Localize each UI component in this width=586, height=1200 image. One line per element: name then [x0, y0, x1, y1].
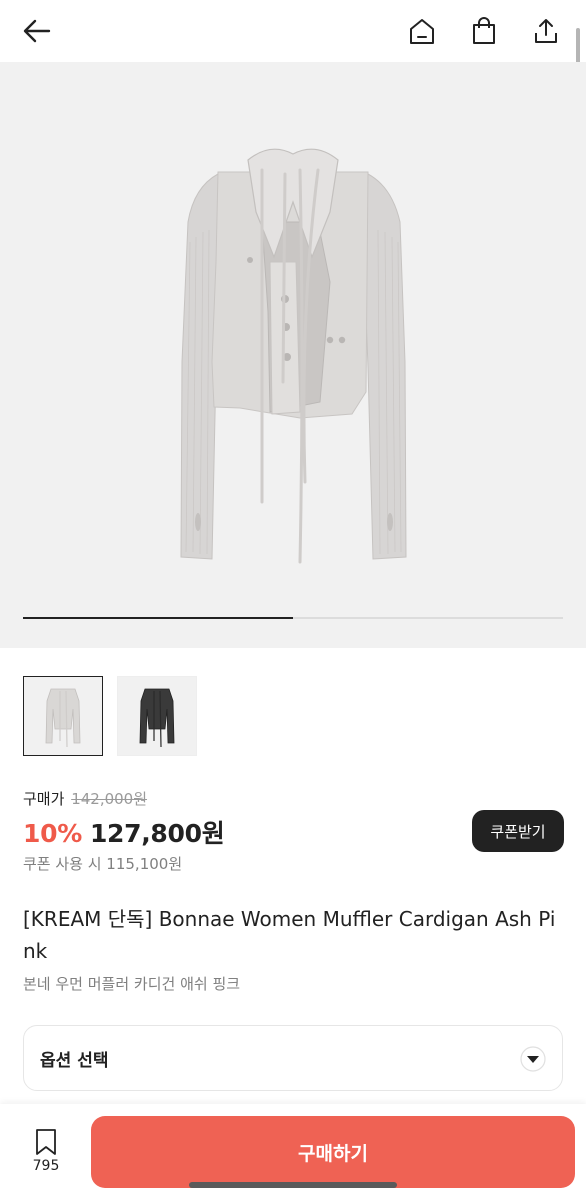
arrow-left-icon	[23, 19, 51, 43]
wishlist-count: 795	[32, 1158, 60, 1174]
product-image-carousel[interactable]	[0, 62, 586, 648]
cardigan-image	[180, 148, 407, 564]
original-price: 142,000원	[71, 790, 148, 808]
back-button[interactable]	[18, 12, 56, 50]
image-progress-indicator	[23, 617, 293, 619]
option-select-label: 옵션 선택	[40, 1051, 109, 1071]
image-progress-track	[23, 617, 563, 619]
wishlist-button[interactable]: 795	[22, 1126, 70, 1182]
bookmark-icon	[36, 1129, 56, 1155]
bottom-action-bar: 795 구매하기	[0, 1104, 586, 1200]
cardigan-thumbnail-ash-pink	[45, 688, 81, 748]
discount-rate: 10%	[23, 819, 82, 848]
shopping-bag-icon	[473, 17, 495, 44]
shopping-bag-button[interactable]	[465, 12, 503, 50]
cardigan-thumbnail-black	[139, 688, 175, 748]
price-label: 구매가	[23, 790, 65, 808]
chevron-down-icon	[520, 1046, 546, 1072]
coupon-price: 쿠폰 사용 시 115,100원	[23, 855, 183, 873]
share-button[interactable]	[527, 12, 565, 50]
product-subtitle: 본네 우먼 머플러 카디건 애쉬 핑크	[23, 975, 241, 993]
option-select[interactable]: 옵션 선택	[23, 1025, 563, 1091]
sale-price: 127,800원	[89, 819, 225, 848]
price-label-row: 구매가 142,000원	[23, 788, 147, 809]
coupon-button[interactable]: 쿠폰받기	[472, 810, 564, 852]
home-indicator	[189, 1182, 397, 1188]
buy-button[interactable]: 구매하기	[91, 1116, 575, 1188]
thumbnail-black[interactable]	[117, 676, 197, 756]
home-icon	[410, 19, 434, 44]
share-icon	[535, 19, 557, 43]
sale-price-row: 10% 127,800원	[23, 814, 225, 850]
home-button[interactable]	[403, 12, 441, 50]
product-title: [KREAM 단독] Bonnae Women Muffler Cardigan…	[23, 907, 556, 963]
top-nav-bar	[0, 0, 586, 124]
thumbnail-ash-pink[interactable]	[23, 676, 103, 756]
